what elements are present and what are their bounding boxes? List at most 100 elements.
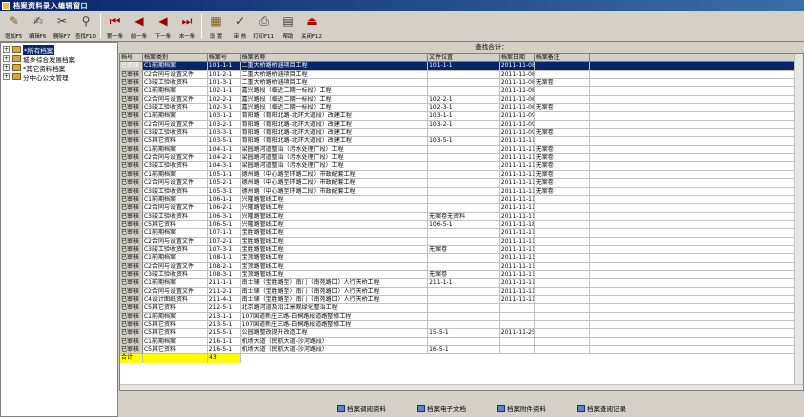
table-row[interactable]: 已审核 C3竣工验收资料 103-3-1 育阳路（育阳北路-北环大道段）改建工程 201… <box>120 129 803 138</box>
table-cell: 已审核 <box>120 312 143 321</box>
table-row[interactable]: 已审核 C3竣工验收资料 105-3-1 德州路（中心路至环路二段）市政配套工程 201… <box>120 187 803 196</box>
column-header[interactable]: 档案号 <box>207 54 241 63</box>
table-row[interactable]: 已审核 C1前期档案 102-1-1 嘉兴路段（临近二期一标段）工程 2011-11-0… <box>120 87 803 96</box>
column-header[interactable]: 档号 <box>120 54 143 63</box>
folder-icon <box>12 55 21 62</box>
table-cell: 已审核 <box>120 262 143 271</box>
table-row[interactable]: 已审核 C1前期档案 213-1-1 107国道新庄三路-白桐路段道路整修工程 <box>120 312 803 321</box>
table-row[interactable]: 已审核 C2合同与设置文件 102-2-1 嘉兴路段（临近二期一标段）工程 102-2-… <box>120 95 803 105</box>
bottom-button-label: 档案查阅记录 <box>587 405 626 413</box>
table-row[interactable]: 已审核 C2合同与设置文件 108-2-1 宝顶路管线工程 2011-11-11 <box>120 262 803 271</box>
table-row[interactable]: 已审核 C2合同与设置文件 211-2-1 南士铺（宝胜路至）南门（南苑路口）人行天桥… <box>120 287 803 296</box>
records-grid[interactable]: 档号 档案类别 档案号 档案名称 文件位置 档案日期 档案备注 已审核 C1前期档案 101-1… <box>119 53 804 391</box>
table-row[interactable]: 已审核 C5其它资料 216-5-1 机场大道（民航大道-沙河路段） 16-5-1 <box>120 346 803 355</box>
table-cell-filler <box>589 171 803 180</box>
column-header[interactable]: 文件位置 <box>428 54 500 63</box>
table-row[interactable]: 已审核 C1前期档案 106-1-1 兴隆路管线工程 2011-11-11 <box>120 195 803 205</box>
table-row[interactable]: 已审核 C5其它资料 215-5-1 公园路整改提升改造工程 15-5-1 2011-11… <box>120 329 803 338</box>
toolbar-button-2[interactable]: ✂ 删除F7 <box>50 11 74 42</box>
table-cell: 二重大桥路桥涵项目工程 <box>240 70 429 80</box>
toolbar-button-6[interactable]: ◀ 下一条 <box>151 11 175 42</box>
toolbar-button-5[interactable]: ◀ 前一条 <box>127 11 151 42</box>
table-row[interactable]: 已审核 C3竣工验收资料 106-3-1 兴隆路管线工程 无案卷无资料 2011-11-1… <box>120 212 803 221</box>
table-cell-filler <box>589 263 803 271</box>
column-header[interactable]: 档案日期 <box>499 54 535 63</box>
table-row[interactable]: 已审核 C1前期档案 211-1-1 南士铺（宝胜路至）南门（南苑路口）人行天桥工程 2… <box>120 279 803 288</box>
table-row[interactable]: 已审核 C2合同与设置文件 101-2-1 二重大桥路桥涵项目工程 2011-11-08 <box>120 70 803 80</box>
table-cell-filler <box>589 129 803 138</box>
column-header[interactable]: 档案备注 <box>534 54 590 63</box>
table-cell: 宝胜路管线工程 <box>240 229 429 238</box>
table-row[interactable]: 已审核 C3竣工验收资料 107-3-1 宝胜路管线工程 无案卷 2011-11-11 <box>120 245 803 255</box>
table-row[interactable]: 已审核 C1前期档案 108-1-1 宝顶路管线工程 2011-11-11 <box>120 254 803 263</box>
table-cell: C5其它资料 <box>142 137 208 146</box>
table-row[interactable]: 已审核 C1前期档案 103-1-1 育阳路（育阳北路-北环大道段）改建工程 103-1… <box>120 112 803 121</box>
column-header[interactable]: 档案名称 <box>240 54 429 63</box>
table-row[interactable]: 已审核 C2合同与设置文件 104-2-1 梁园路河道整治（污水处理厂段）工程 2011… <box>120 154 803 163</box>
toolbar-button-3[interactable]: ⚲ 查找F10 <box>74 11 98 42</box>
bottom-button-label: 档案电子文档 <box>427 405 466 413</box>
table-row[interactable]: 已审核 C5其它资料 103-5-1 育阳路（育阳北路-北环大道段）改建工程 103-5… <box>120 137 803 146</box>
expand-icon[interactable]: + <box>3 46 10 53</box>
toolbar-button-9[interactable]: ✓ 审 核 <box>228 11 252 42</box>
toolbar-button-10[interactable]: ⎙ 打印F11 <box>252 11 276 42</box>
table-row[interactable]: 已审核 C4设计图纸资料 211-4-1 南士铺（宝胜路至）南门（南苑路口）人行天桥工… <box>120 295 803 305</box>
toolbar-button-8[interactable]: ▦ 设 置 <box>204 11 228 42</box>
print-icon: ⎙ <box>259 14 269 28</box>
table-row[interactable]: 已审核 C3竣工验收资料 104-3-1 梁园路河道整治（污水处理厂段）工程 2011-… <box>120 162 803 171</box>
column-header[interactable]: 档案类别 <box>142 54 208 63</box>
toolbar-button-label: 查找F10 <box>75 33 97 40</box>
table-row[interactable]: 已审核 C1前期档案 105-1-1 德州路（中心路至环路二段）市政配套工程 2011-… <box>120 170 803 180</box>
expand-icon[interactable]: + <box>3 64 10 71</box>
table-row[interactable]: 已审核 C1前期档案 216-1-1 机场大道（民航大道-沙河路段） <box>120 337 803 347</box>
table-row[interactable]: 已审核 C2合同与设置文件 107-2-1 宝胜路管线工程 2011-11-11 <box>120 237 803 246</box>
tree-node[interactable]: + 分中心公文管理 <box>3 72 117 82</box>
expand-icon[interactable]: + <box>3 55 10 62</box>
table-row[interactable]: 已审核 C1前期档案 107-1-1 宝胜路管线工程 2011-11-11 <box>120 229 803 238</box>
table-row[interactable]: 已审核 C5其它资料 212-5-1 北京路河道及沿江景观绿化整治工程 <box>120 304 803 313</box>
table-cell: C2合同与设置文件 <box>142 179 208 188</box>
table-cell: 108-1-1 <box>207 254 241 263</box>
archive-tree[interactable]: + *所有档案 + 城乡综合发展档案 + *其它资料档案 + 分中心公文管理 <box>0 42 118 417</box>
horizontal-scrollbar[interactable] <box>120 384 803 390</box>
table-row[interactable]: 已审核 C2合同与设置文件 103-2-1 育阳路（育阳北路-北环大道段）改建工程 10… <box>120 120 803 130</box>
toolbar-button-1[interactable]: ✍ 编辑F6 <box>26 11 50 42</box>
table-cell <box>428 145 500 155</box>
table-cell: 已审核 <box>120 237 143 246</box>
table-cell: 102-2-1 <box>428 95 500 105</box>
toolbar-button-12[interactable]: ⏏ 关闭F12 <box>300 11 324 42</box>
toolbar-button-11[interactable]: ▤ 帮助 <box>276 11 300 42</box>
bottom-button-2[interactable]: 档案附件资料 <box>497 403 546 413</box>
table-cell: 211-4-1 <box>207 295 241 305</box>
bottom-button-3[interactable]: 档案查阅记录 <box>577 403 626 413</box>
table-row[interactable]: 已审核 C2合同与设置文件 106-2-1 兴隆路管线工程 2011-11-11 <box>120 204 803 213</box>
table-cell <box>534 262 590 271</box>
bottom-button-0[interactable]: 档案调阅资料 <box>337 403 386 413</box>
table-row[interactable]: 已审核 C3竣工验收资料 101-3-1 二重大桥路桥涵项目工程 2011-11-08 无… <box>120 79 803 88</box>
table-row[interactable]: 已审核 C3竣工验收资料 108-3-1 宝顶路管线工程 无案卷 2011-11-11 <box>120 270 803 280</box>
table-row[interactable]: 已审核 C5其它资料 106-5-1 兴隆路管线工程 106-5-1 2011-11-18 <box>120 220 803 230</box>
toolbar-button-7[interactable]: ⏭ 末一条 <box>175 11 199 42</box>
table-cell: 已审核 <box>120 170 143 180</box>
toolbar-button-4[interactable]: ⏮ 第一条 <box>103 11 127 42</box>
table-cell-filler <box>589 221 803 230</box>
table-cell <box>534 304 590 313</box>
table-row[interactable]: 已审核 C5其它资料 213-5-1 107国道新庄三路-白桐路段道路整修工程 <box>120 321 803 330</box>
vertical-scrollbar[interactable] <box>794 54 803 390</box>
table-cell: 213-5-1 <box>207 321 241 330</box>
table-cell <box>534 95 590 105</box>
toolbar-button-0[interactable]: ✎ 增加F5 <box>2 11 26 42</box>
toolbar-separator <box>201 14 202 38</box>
table-row[interactable]: 已审核 C1前期档案 104-1-1 梁园路河道整治（污水处理厂段）工程 2011-11… <box>120 145 803 155</box>
table-row[interactable]: 已审核 C3竣工验收资料 102-3-1 嘉兴路段（临近二期一标段）工程 102-3-1… <box>120 104 803 113</box>
toolbar-button-label: 关闭F12 <box>301 33 323 40</box>
table-cell: 宝胜路管线工程 <box>240 245 429 255</box>
bottom-button-1[interactable]: 档案电子文档 <box>417 403 466 413</box>
table-row[interactable]: 已审核 C2合同与设置文件 105-2-1 德州路（中心路至环路二段）市政配套工程 20… <box>120 179 803 188</box>
table-cell: 107-1-1 <box>207 229 241 238</box>
table-cell: 南士铺（宝胜路至）南门（南苑路口）人行天桥工程 <box>240 279 429 288</box>
search-summary: 查找合计： <box>475 43 508 51</box>
table-cell: 已审核 <box>120 195 143 205</box>
table-row[interactable]: 已审核 C1前期档案 101-1-1 二重大桥路桥涵项目工程 101-1-1 2011-1… <box>120 62 803 71</box>
expand-icon[interactable]: + <box>3 73 10 80</box>
